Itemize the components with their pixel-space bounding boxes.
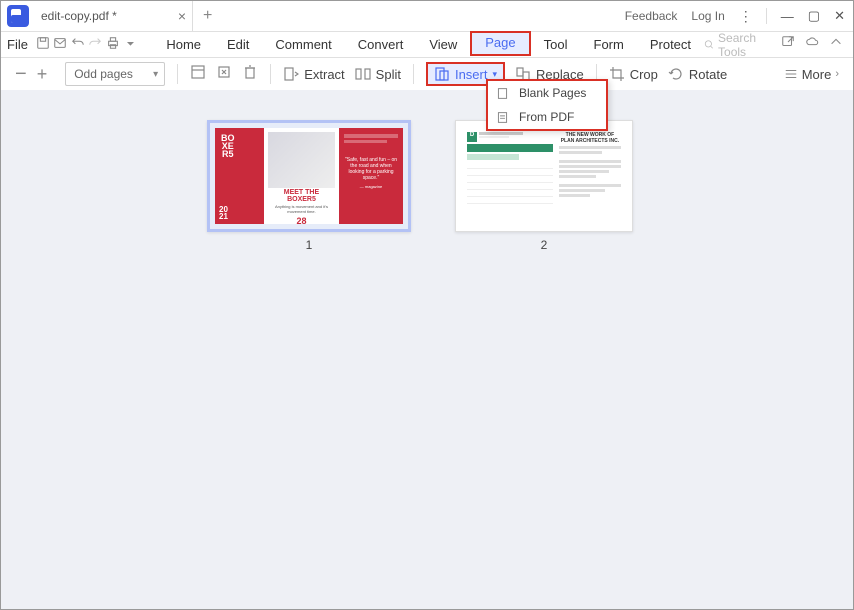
zoom-out-button[interactable]: − [15, 63, 27, 86]
box-page-icon[interactable] [190, 64, 206, 84]
rotate-page-icon[interactable] [216, 64, 232, 84]
maximize-button[interactable]: ▢ [808, 8, 820, 24]
separator [270, 64, 271, 84]
chevron-right-icon: › [835, 68, 839, 80]
thumbnail-preview: D THE NEW WORK OF PLAN ARCHITECTS INC. [455, 120, 633, 232]
split-icon [355, 66, 371, 82]
page2-table-header [467, 144, 553, 152]
insert-icon [434, 66, 450, 82]
document-tab[interactable]: edit-copy.pdf * × [33, 1, 193, 31]
more-button[interactable]: More › [784, 67, 839, 82]
file-menu[interactable]: File [7, 37, 28, 52]
close-tab-icon[interactable]: × [178, 8, 186, 24]
title-bar: edit-copy.pdf * × + Feedback Log In ⋮ — … [1, 1, 853, 32]
page-filter-dropdown[interactable]: Odd pages [65, 62, 165, 86]
minimize-button[interactable]: — [781, 9, 794, 24]
insert-blank-pages[interactable]: Blank Pages [488, 81, 606, 105]
split-button[interactable]: Split [355, 66, 401, 82]
page-number: 2 [455, 238, 633, 252]
separator [413, 64, 414, 84]
tab-view[interactable]: View [416, 33, 470, 56]
separator [177, 64, 178, 84]
chevron-down-icon: ▾ [492, 69, 497, 80]
main-tabs: Home Edit Comment Convert View Page Tool… [153, 33, 704, 56]
print-icon[interactable] [104, 36, 122, 53]
login-link[interactable]: Log In [691, 9, 724, 23]
page2-doc-title: THE NEW WORK OF PLAN ARCHITECTS INC. [559, 132, 621, 144]
tab-edit[interactable]: Edit [214, 33, 262, 56]
thumbnail-preview: BO XE R5 20 21 MEET THE BOXER5 Anything … [207, 120, 411, 232]
cloud-icon[interactable] [805, 35, 819, 54]
blank-page-icon [496, 87, 509, 100]
share-icon[interactable] [781, 35, 795, 54]
redo-icon[interactable] [87, 36, 105, 53]
page1-quote: "Safe, fast and fun – on the road and wh… [344, 157, 398, 181]
extract-icon [283, 66, 299, 82]
page1-subhead: Anything is movement and it's movement t… [268, 204, 335, 214]
quick-dropdown-icon[interactable]: ⏷ [122, 39, 140, 50]
search-placeholder: Search Tools [718, 31, 771, 59]
crop-icon [609, 66, 625, 82]
mail-icon[interactable] [52, 36, 70, 53]
page-toolbar: − + Odd pages Extract Split Insert ▾ Rep… [1, 58, 853, 90]
page-number: 1 [207, 238, 411, 252]
page1-price: 28 [268, 216, 335, 226]
page2-tag [467, 154, 519, 160]
close-window-button[interactable]: ✕ [834, 8, 845, 24]
zoom-in-button[interactable]: + [37, 64, 48, 85]
undo-icon[interactable] [69, 36, 87, 53]
kebab-menu-icon[interactable]: ⋮ [739, 8, 752, 25]
tab-convert[interactable]: Convert [345, 33, 417, 56]
page1-quote-src: — magazine [344, 184, 398, 189]
tab-form[interactable]: Form [581, 33, 637, 56]
insert-dropdown-menu: Blank Pages From PDF [486, 79, 608, 131]
save-icon[interactable] [34, 36, 52, 53]
page1-boxer-logo: BO XE R5 [221, 134, 235, 158]
search-icon [704, 38, 714, 51]
page1-year: 20 21 [219, 206, 228, 220]
page-thumbnail-2[interactable]: D THE NEW WORK OF PLAN ARCHITECTS INC. 2 [455, 120, 633, 252]
page-thumbnails: BO XE R5 20 21 MEET THE BOXER5 Anything … [1, 90, 853, 252]
page1-headline: MEET THE BOXER5 [268, 190, 335, 203]
new-tab-button[interactable]: + [203, 7, 212, 25]
tab-page[interactable]: Page [470, 31, 530, 56]
menu-bar: File ⏷ Home Edit Comment Convert View Pa… [1, 32, 853, 58]
tab-title: edit-copy.pdf * [41, 9, 117, 23]
delete-page-icon[interactable] [242, 64, 258, 84]
insert-from-pdf[interactable]: From PDF [488, 105, 606, 129]
app-logo [7, 5, 29, 27]
separator [766, 8, 767, 24]
from-pdf-icon [496, 111, 509, 124]
crop-button[interactable]: Crop [609, 66, 658, 82]
more-icon [784, 67, 798, 81]
extract-button[interactable]: Extract [283, 66, 344, 82]
rotate-button[interactable]: Rotate [668, 66, 727, 82]
search-tools[interactable]: Search Tools [704, 31, 771, 59]
feedback-link[interactable]: Feedback [625, 9, 678, 23]
tab-tool[interactable]: Tool [531, 33, 581, 56]
page1-photo [268, 132, 335, 188]
rotate-icon [668, 66, 684, 82]
page-thumbnail-1[interactable]: BO XE R5 20 21 MEET THE BOXER5 Anything … [207, 120, 411, 252]
tab-home[interactable]: Home [153, 33, 214, 56]
tab-protect[interactable]: Protect [637, 33, 704, 56]
tab-comment[interactable]: Comment [262, 33, 344, 56]
collapse-icon[interactable] [829, 35, 843, 54]
